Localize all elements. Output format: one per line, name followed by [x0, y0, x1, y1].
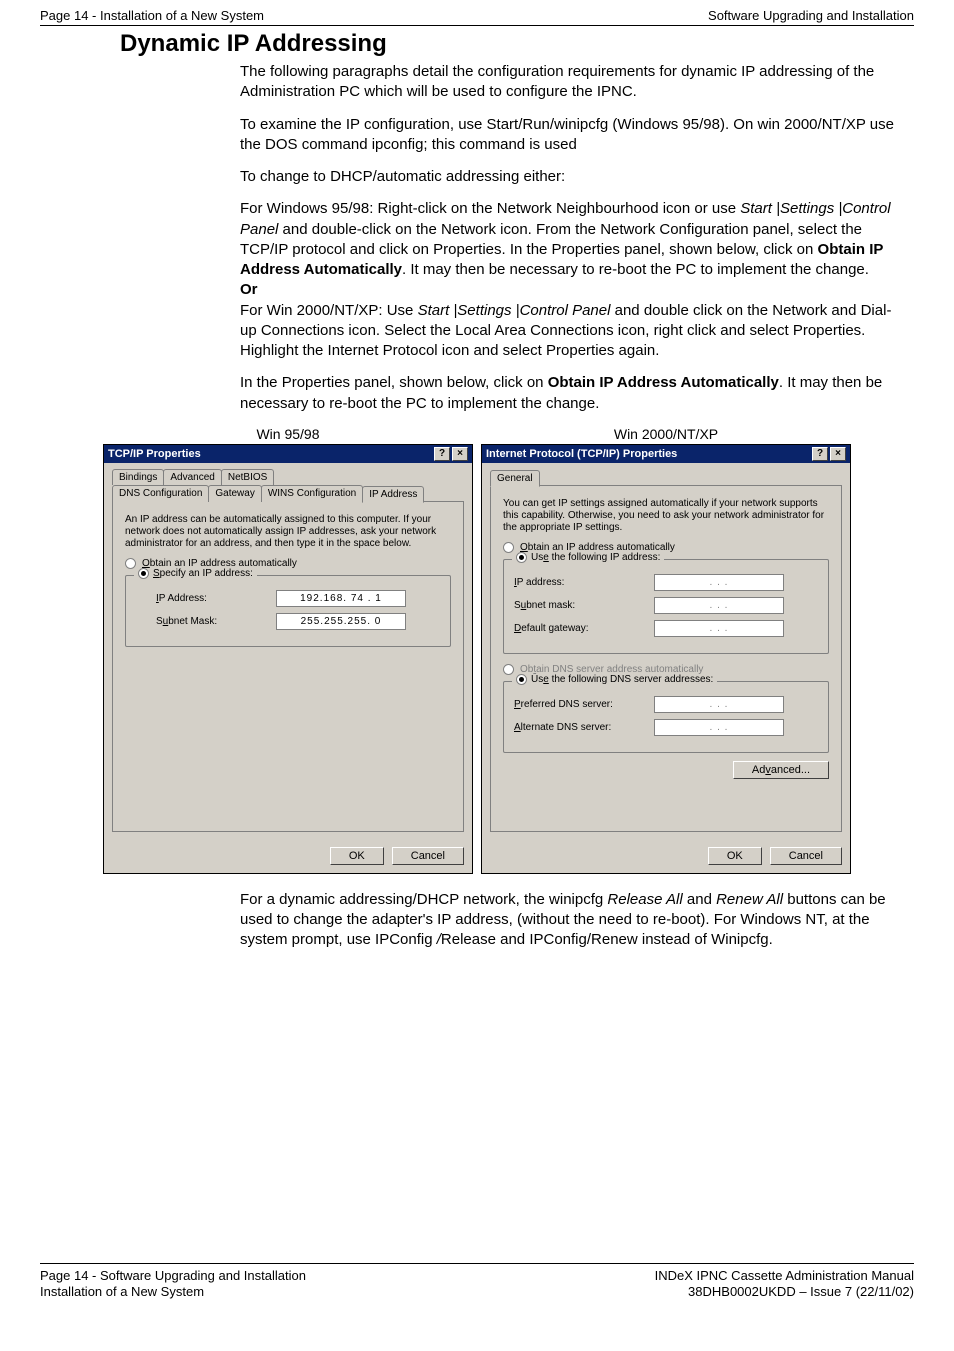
win95-title: TCP/IP Properties	[108, 448, 201, 460]
radio-icon	[516, 552, 527, 563]
win2k-dialog: Internet Protocol (TCP/IP) Properties ? …	[481, 444, 851, 874]
tab-netbios[interactable]: NetBIOS	[221, 469, 274, 485]
tab-gateway[interactable]: Gateway	[208, 485, 261, 502]
caption-win2k: Win 2000/NT/XP	[481, 426, 851, 442]
advanced-button[interactable]: Advanced...	[733, 761, 829, 779]
radio-use-following-ip[interactable]: Use the following IP address:	[512, 552, 664, 563]
tab-ipaddress[interactable]: IP Address	[362, 486, 424, 503]
subnet-mask-label: Subnet Mask:	[136, 616, 276, 627]
ok-button[interactable]: OK	[708, 847, 762, 865]
radio-icon	[516, 674, 527, 685]
ok-button[interactable]: OK	[330, 847, 384, 865]
win95-desc: An IP address can be automatically assig…	[125, 514, 451, 550]
help-button[interactable]: ?	[434, 447, 450, 461]
footer-left: Page 14 - Software Upgrading and Install…	[40, 1268, 306, 1302]
gateway-label: Default gateway:	[514, 623, 654, 634]
alternate-dns-label: Alternate DNS server:	[514, 722, 654, 733]
cancel-button[interactable]: Cancel	[770, 847, 842, 865]
header-left: Page 14 - Installation of a New System	[40, 8, 264, 23]
tab-advanced[interactable]: Advanced	[163, 469, 221, 485]
close-button[interactable]: ×	[452, 447, 468, 461]
win2k-title: Internet Protocol (TCP/IP) Properties	[486, 448, 677, 460]
subnet-mask-field[interactable]: . . .	[654, 597, 784, 614]
ip-address-field[interactable]: 192.168. 74 . 1	[276, 590, 406, 607]
ip-address-label: IP Address:	[136, 593, 276, 604]
preferred-dns-label: Preferred DNS server:	[514, 699, 654, 710]
ip-address-field[interactable]: . . .	[654, 574, 784, 591]
cancel-button[interactable]: Cancel	[392, 847, 464, 865]
subnet-mask-label: Subnet mask:	[514, 600, 654, 611]
section-title: Dynamic IP Addressing	[120, 30, 914, 58]
radio-icon	[138, 568, 149, 579]
win2k-desc: You can get IP settings assigned automat…	[503, 498, 829, 534]
para-6: In the Properties panel, shown below, cl…	[240, 373, 894, 414]
win95-dialog: TCP/IP Properties ? × Bindings Advanced …	[103, 444, 473, 874]
preferred-dns-field[interactable]: . . .	[654, 696, 784, 713]
radio-use-following-dns[interactable]: Use the following DNS server addresses:	[512, 674, 717, 685]
subnet-mask-field[interactable]: 255.255.255. 0	[276, 613, 406, 630]
tab-general[interactable]: General	[490, 470, 540, 487]
ip-address-label: IP address:	[514, 577, 654, 588]
para-4: For Windows 95/98: Right-click on the Ne…	[240, 199, 894, 280]
win2k-titlebar: Internet Protocol (TCP/IP) Properties ? …	[482, 445, 850, 463]
caption-win95: Win 95/98	[103, 426, 473, 442]
footer-right: INDeX IPNC Cassette Administration Manua…	[655, 1268, 914, 1302]
help-button[interactable]: ?	[812, 447, 828, 461]
header-rule	[40, 25, 914, 26]
gateway-field[interactable]: . . .	[654, 620, 784, 637]
alternate-dns-field[interactable]: . . .	[654, 719, 784, 736]
para-5: For Win 2000/NT/XP: Use Start |Settings …	[240, 301, 894, 362]
para-2: To examine the IP configuration, use Sta…	[240, 115, 894, 156]
or-label: Or	[240, 280, 894, 300]
para-3: To change to DHCP/automatic addressing e…	[240, 167, 894, 187]
tab-wins[interactable]: WINS Configuration	[261, 485, 363, 502]
header-right: Software Upgrading and Installation	[708, 8, 914, 23]
tab-bindings[interactable]: Bindings	[112, 469, 164, 485]
radio-specify[interactable]: Specify an IP address:	[134, 568, 257, 579]
para-7: For a dynamic addressing/DHCP network, t…	[240, 890, 894, 951]
close-button[interactable]: ×	[830, 447, 846, 461]
tab-dns[interactable]: DNS Configuration	[112, 485, 209, 502]
win95-titlebar: TCP/IP Properties ? ×	[104, 445, 472, 463]
para-1: The following paragraphs detail the conf…	[240, 62, 894, 103]
